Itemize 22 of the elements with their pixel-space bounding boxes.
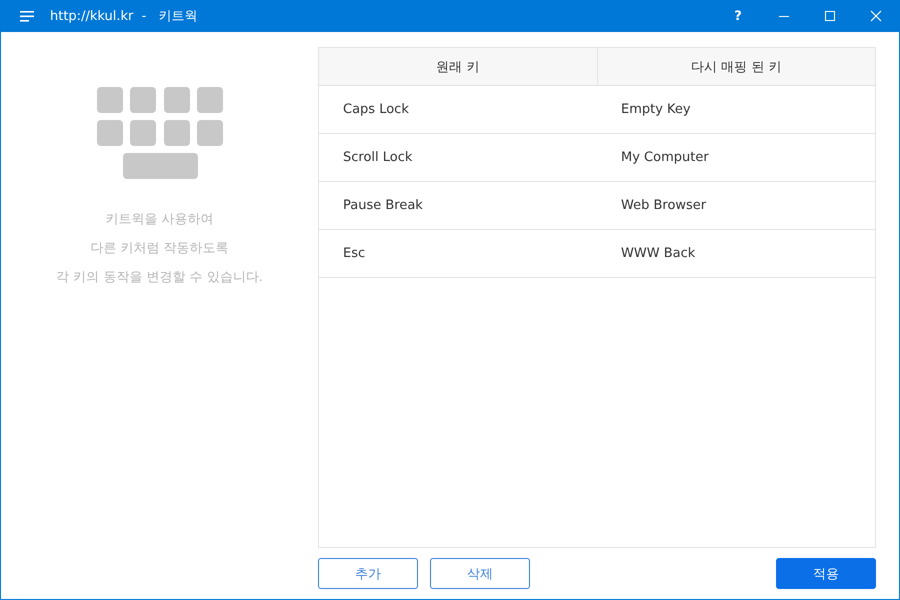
- table-cell-text: WWW Back: [620, 245, 696, 263]
- help-button[interactable]: ?: [715, 0, 761, 32]
- column-header[interactable]: 원래 키: [319, 48, 596, 85]
- description-text: 각 키의 동작을 변경할 수 있습니다.: [56, 269, 263, 287]
- apply-button[interactable]: 적용: [776, 558, 876, 589]
- column-header[interactable]: 다시 매핑 된 키: [596, 48, 875, 85]
- maximize-icon: [824, 10, 836, 22]
- action-button[interactable]: 삭제: [430, 558, 530, 589]
- table-cell-text: Web Browser: [620, 197, 708, 215]
- table-cell-text: Caps Lock: [342, 101, 410, 119]
- description-text: 키트윅을 사용하여: [105, 211, 214, 229]
- table-cell-text: Pause Break: [342, 197, 424, 215]
- table-cell-text: Esc: [342, 245, 366, 263]
- table-cell-text: Empty Key: [620, 101, 692, 119]
- keyboard-icon: [96, 87, 222, 179]
- close-icon: [870, 10, 882, 22]
- window-title: http://kkul.kr - 키트웍: [50, 8, 198, 25]
- action-button[interactable]: 추가: [318, 558, 418, 589]
- table-cell-text: My Computer: [620, 149, 710, 167]
- table-cell-text: Scroll Lock: [342, 149, 414, 167]
- description-text: 다른 키처럼 작동하도록: [90, 240, 229, 258]
- menu-icon[interactable]: [20, 10, 34, 22]
